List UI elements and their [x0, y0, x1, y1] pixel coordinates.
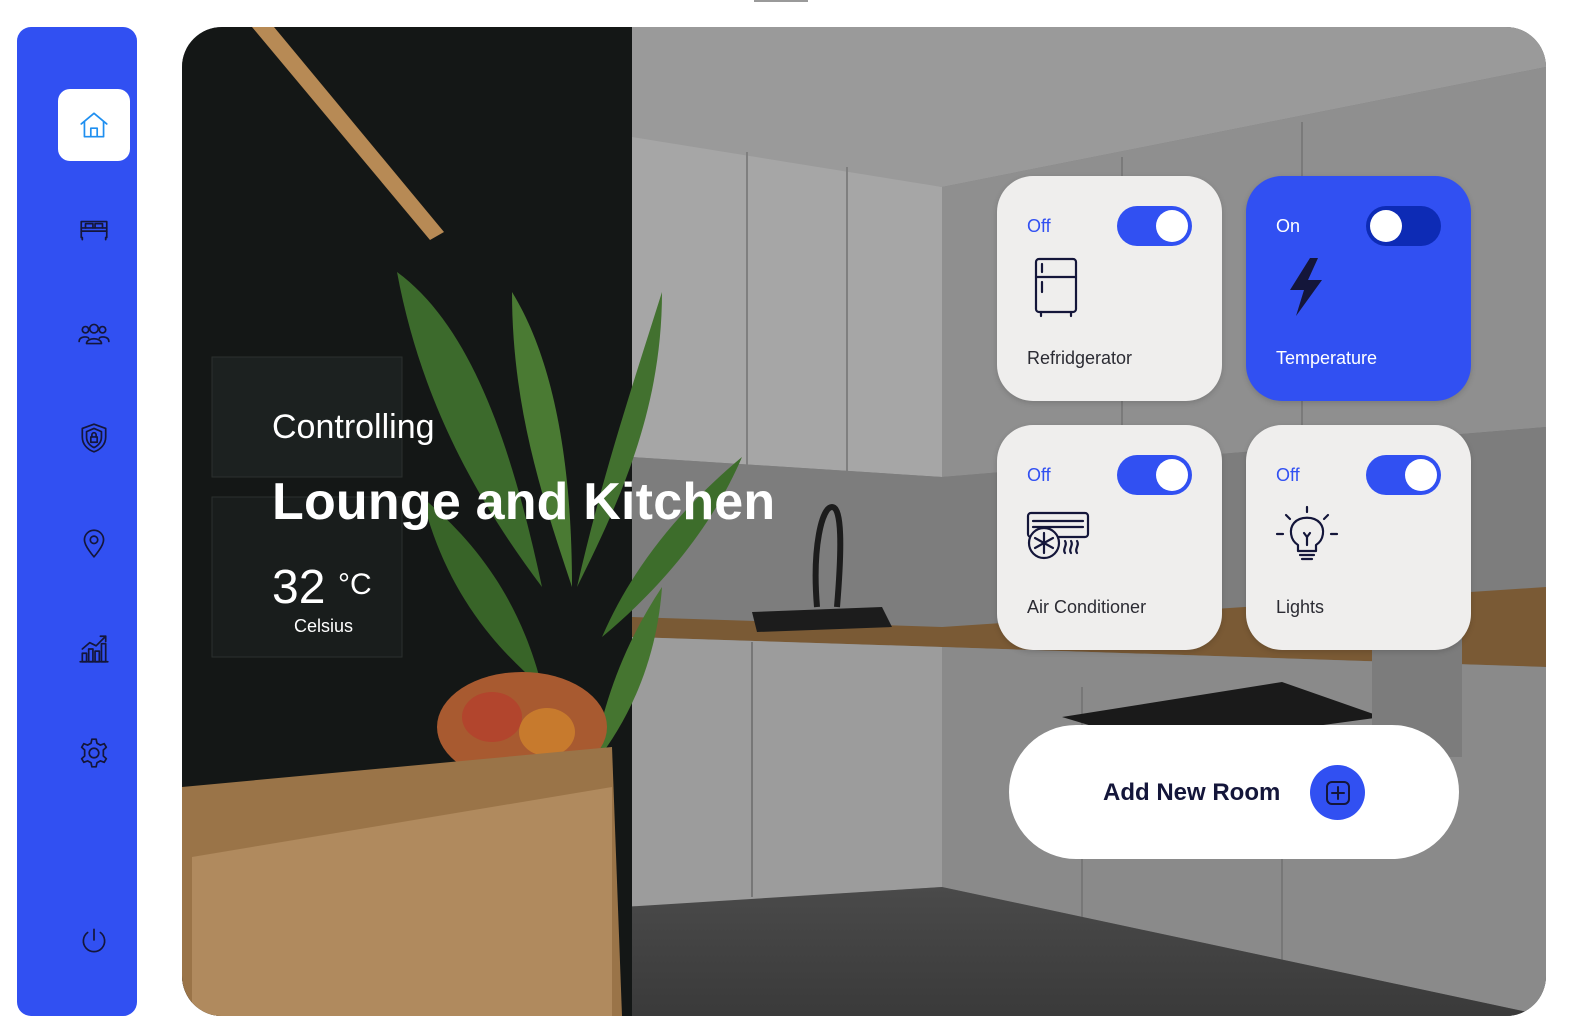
location-pin-icon — [83, 529, 105, 558]
nav-location-button[interactable] — [58, 507, 130, 579]
power-icon — [82, 928, 106, 953]
add-square-icon — [1325, 780, 1350, 805]
nav-users-button[interactable] — [58, 298, 130, 370]
device-name: Air Conditioner — [1027, 597, 1147, 617]
light-bulb-icon — [1274, 503, 1340, 569]
device-card-refrigerator[interactable]: Off Refridgerator — [997, 176, 1222, 401]
device-toggle[interactable] — [1366, 206, 1441, 246]
device-state-label: Off — [1027, 465, 1051, 485]
nav-home-button[interactable] — [58, 89, 130, 161]
device-toggle[interactable] — [1366, 455, 1441, 495]
temperature-unit: °C — [338, 568, 372, 601]
top-indicator — [754, 0, 808, 2]
hero-subtitle: Controlling — [272, 408, 435, 446]
sidebar — [17, 27, 137, 1016]
refrigerator-icon — [1025, 254, 1091, 320]
nav-bedroom-button[interactable] — [58, 193, 130, 265]
device-toggle[interactable] — [1117, 455, 1192, 495]
add-room-label: Add New Room — [1103, 779, 1281, 806]
toggle-knob — [1370, 210, 1402, 242]
users-icon — [78, 323, 110, 345]
device-name: Lights — [1276, 597, 1325, 617]
lightning-icon — [1274, 254, 1340, 320]
device-toggle[interactable] — [1117, 206, 1192, 246]
air-conditioner-icon — [1025, 503, 1091, 569]
device-card-lights[interactable]: Off Lights — [1246, 425, 1471, 650]
device-name: Refridgerator — [1027, 348, 1133, 368]
gear-icon — [80, 738, 108, 768]
nav-security-button[interactable] — [58, 402, 130, 474]
nav-settings-button[interactable] — [58, 717, 130, 789]
device-name: Temperature — [1276, 348, 1378, 368]
nav-analytics-button[interactable] — [58, 613, 130, 685]
temperature-label: Celsius — [294, 616, 354, 636]
security-shield-icon — [81, 423, 107, 453]
analytics-icon — [79, 635, 109, 663]
toggle-knob — [1156, 459, 1188, 491]
toggle-knob — [1156, 210, 1188, 242]
device-state-label: On — [1276, 216, 1301, 236]
bed-icon — [80, 220, 108, 241]
home-icon — [80, 112, 108, 138]
device-state-label: Off — [1027, 216, 1051, 236]
add-room-plus-button[interactable] — [1310, 765, 1365, 820]
add-new-room-button[interactable]: Add New Room — [1009, 725, 1459, 859]
power-button[interactable] — [58, 905, 130, 977]
device-card-air-conditioner[interactable]: Off Air Conditioner — [997, 425, 1222, 650]
device-card-temperature[interactable]: On Temperature — [1246, 176, 1471, 401]
temperature-value: 32 — [272, 561, 326, 614]
toggle-knob — [1405, 459, 1437, 491]
device-state-label: Off — [1276, 465, 1300, 485]
room-title: Lounge and Kitchen — [272, 473, 776, 531]
